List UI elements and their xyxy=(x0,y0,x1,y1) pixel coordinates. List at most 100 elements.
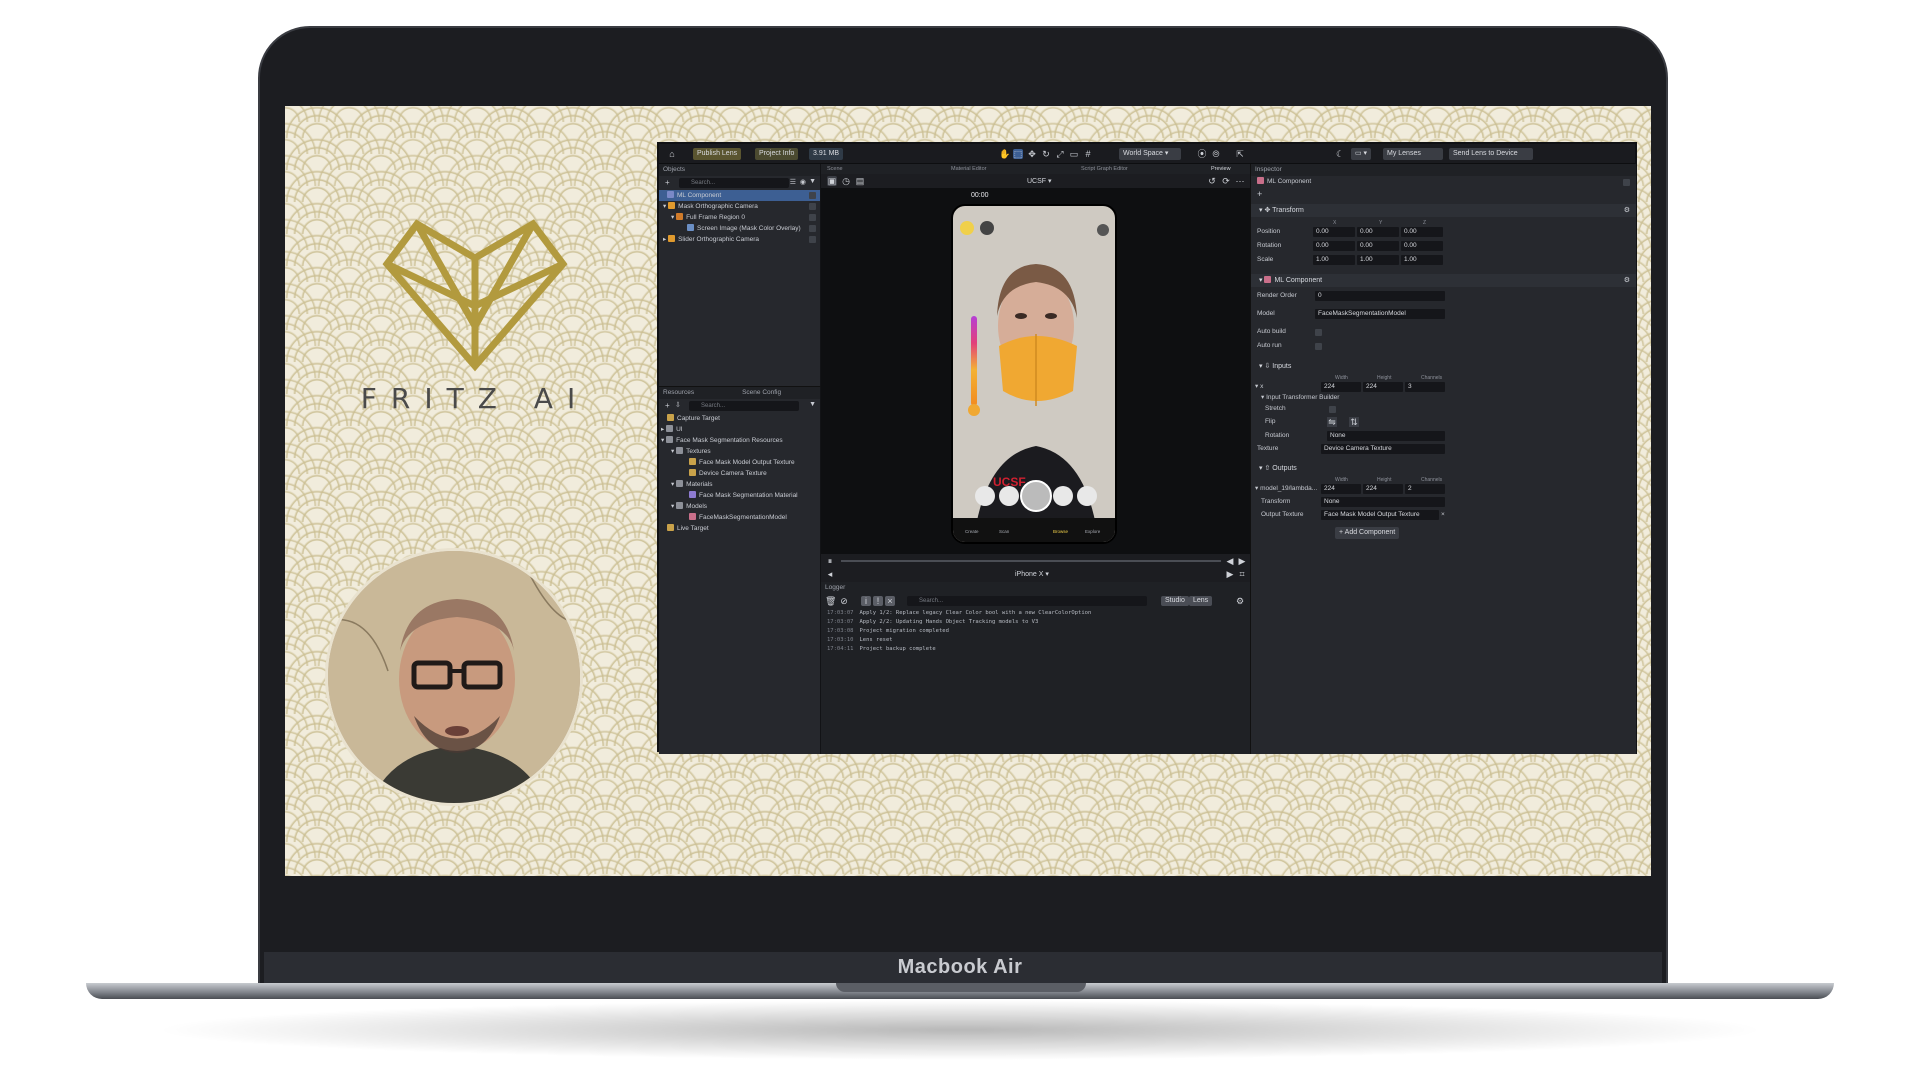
resource-item[interactable]: Capture Target xyxy=(659,413,820,424)
settings-gear-icon[interactable]: ⚙ xyxy=(1235,596,1245,606)
input-height-field[interactable]: 224 xyxy=(1363,382,1403,392)
gear-icon[interactable]: ⚙ xyxy=(1624,274,1630,287)
transform-value-field[interactable]: 1.00 xyxy=(1357,255,1399,265)
explore-label[interactable]: Explore xyxy=(1085,529,1100,534)
video-icon[interactable]: ▶ xyxy=(1225,569,1235,579)
filter-icon[interactable]: ▼ xyxy=(809,178,816,185)
device-dropdown[interactable]: iPhone X ▾ xyxy=(1015,570,1049,578)
transform-value-field[interactable]: 1.00 xyxy=(1313,255,1355,265)
output-transform-dropdown[interactable]: None xyxy=(1321,497,1445,507)
object-item[interactable]: ▾ Full Frame Region 0 xyxy=(659,212,820,223)
scene-view-icon[interactable]: ▣ xyxy=(827,176,837,186)
rotate-tool-icon[interactable]: ↻ xyxy=(1041,149,1051,159)
select-tool-icon[interactable]: ⬚ xyxy=(1013,149,1023,159)
object-item[interactable]: ▸ Slider Orthographic Camera xyxy=(659,234,820,245)
camera-icon[interactable]: ⦿ xyxy=(1197,149,1207,159)
lens-filter-button[interactable]: Lens xyxy=(1189,596,1213,606)
resources-search-input[interactable]: Search... xyxy=(689,401,799,411)
project-info-button[interactable]: Project Info xyxy=(755,148,799,160)
remove-icon[interactable]: × xyxy=(1441,509,1445,521)
filter-icon[interactable]: ▼ xyxy=(809,401,816,408)
restart-icon[interactable]: ↺ xyxy=(1207,176,1217,186)
transform-value-field[interactable]: 1.00 xyxy=(1401,255,1443,265)
resource-item[interactable]: FaceMaskSegmentationModel xyxy=(659,512,820,523)
auto-build-checkbox[interactable] xyxy=(1315,329,1322,336)
grid-icon[interactable]: # xyxy=(1083,149,1093,159)
camera-swap-icon[interactable]: ⦾ xyxy=(1211,149,1221,159)
list-icon[interactable]: ☰ xyxy=(790,178,796,186)
transform-section[interactable]: ▾ ✥ Transform ⚙ xyxy=(1251,204,1636,217)
input-width-field[interactable]: 224 xyxy=(1321,382,1361,392)
resource-item[interactable]: ▸ UI xyxy=(659,424,820,435)
resource-item[interactable]: ▾ Face Mask Segmentation Resources xyxy=(659,435,820,446)
model-field[interactable]: FaceMaskSegmentationModel xyxy=(1315,309,1445,319)
transform-value-field[interactable]: 0.00 xyxy=(1313,241,1355,251)
stretch-checkbox[interactable] xyxy=(1329,406,1336,413)
eye-icon[interactable]: ◉ xyxy=(800,178,806,186)
resources-title[interactable]: Resources xyxy=(663,389,694,396)
tab-script-graph[interactable]: Script Graph Editor xyxy=(1081,164,1128,174)
hand-tool-icon[interactable]: ✋ xyxy=(999,149,1010,159)
texture-field[interactable]: Device Camera Texture xyxy=(1321,444,1445,454)
moon-icon[interactable]: ☾ xyxy=(1335,149,1345,159)
object-item[interactable]: ML Component xyxy=(659,190,820,201)
render-order-field[interactable]: 0 xyxy=(1315,291,1445,301)
rotation-dropdown[interactable]: None xyxy=(1327,431,1445,441)
ml-section[interactable]: ▾ ML Component ⚙ xyxy=(1251,274,1636,287)
tab-preview[interactable]: Preview xyxy=(1211,164,1231,174)
publish-lens-button[interactable]: Publish Lens xyxy=(693,148,742,160)
next-frame-icon[interactable]: ▶ xyxy=(1237,556,1247,566)
input-channels-field[interactable]: 3 xyxy=(1405,382,1445,392)
home-icon[interactable]: ⌂ xyxy=(667,149,677,159)
display-dropdown[interactable]: ▭ ▾ xyxy=(1351,148,1372,160)
gear-icon[interactable]: ⚙ xyxy=(1624,204,1630,217)
error-filter-icon[interactable]: × xyxy=(885,596,895,606)
refresh-icon[interactable]: ⟳ xyxy=(1221,176,1231,186)
clear-icon[interactable]: ⊘ xyxy=(839,596,849,606)
transform-value-field[interactable]: 0.00 xyxy=(1401,241,1443,251)
my-lenses-button[interactable]: My Lenses xyxy=(1383,148,1443,160)
auto-run-checkbox[interactable] xyxy=(1315,343,1322,350)
record-icon[interactable]: ◷ xyxy=(841,176,851,186)
add-component-button[interactable]: + Add Component xyxy=(1335,527,1400,539)
checkbox[interactable] xyxy=(809,192,816,199)
tab-material-editor[interactable]: Material Editor xyxy=(951,164,986,174)
add-icon[interactable]: + xyxy=(1251,188,1636,200)
trash-icon[interactable]: 🗑 xyxy=(825,596,836,606)
audio-icon[interactable]: ◂ xyxy=(825,569,835,579)
send-to-device-button[interactable]: Send Lens to Device xyxy=(1449,148,1533,160)
studio-filter-button[interactable]: Studio xyxy=(1161,596,1189,606)
screen-icon[interactable]: ▤ xyxy=(855,176,865,186)
add-object-icon[interactable]: + xyxy=(665,178,670,187)
resource-item[interactable]: ▾ Textures xyxy=(659,446,820,457)
resource-item[interactable]: Device Camera Texture xyxy=(659,468,820,479)
resource-item[interactable]: Face Mask Model Output Texture xyxy=(659,457,820,468)
checkbox[interactable] xyxy=(809,214,816,221)
transform-value-field[interactable]: 0.00 xyxy=(1313,227,1355,237)
warning-filter-icon[interactable]: ! xyxy=(873,596,883,606)
resource-item[interactable]: ▾ Materials xyxy=(659,479,820,490)
output-height-field[interactable]: 224 xyxy=(1363,484,1403,494)
object-item[interactable]: ▾ Mask Orthographic Camera xyxy=(659,201,820,212)
crop-icon[interactable]: ⌗ xyxy=(1237,569,1247,579)
checkbox[interactable] xyxy=(809,225,816,232)
checkbox[interactable] xyxy=(809,236,816,243)
scan-label[interactable]: Scan xyxy=(999,529,1009,534)
browse-label[interactable]: Browse xyxy=(1053,529,1068,534)
create-label[interactable]: Create xyxy=(965,529,979,534)
flip-vertical-icon[interactable]: ⇅ xyxy=(1349,417,1359,427)
move-tool-icon[interactable]: ✥ xyxy=(1027,149,1037,159)
add-resource-icon[interactable]: + xyxy=(665,401,670,410)
resource-item[interactable]: Live Target xyxy=(659,523,820,534)
info-filter-icon[interactable]: i xyxy=(861,596,871,606)
resource-item[interactable]: ▾ Models xyxy=(659,501,820,512)
output-texture-field[interactable]: Face Mask Model Output Texture xyxy=(1321,510,1439,520)
resource-item[interactable]: Face Mask Segmentation Material xyxy=(659,490,820,501)
object-item[interactable]: Screen Image (Mask Color Overlay) xyxy=(659,223,820,234)
transform-value-field[interactable]: 0.00 xyxy=(1401,227,1443,237)
pause-icon[interactable]: ⏸ xyxy=(825,556,835,566)
export-icon[interactable]: ⇱ xyxy=(1235,149,1245,159)
output-channels-field[interactable]: 2 xyxy=(1405,484,1445,494)
rect-tool-icon[interactable]: ▭ xyxy=(1069,149,1079,159)
scale-tool-icon[interactable]: ⤢ xyxy=(1055,149,1065,159)
